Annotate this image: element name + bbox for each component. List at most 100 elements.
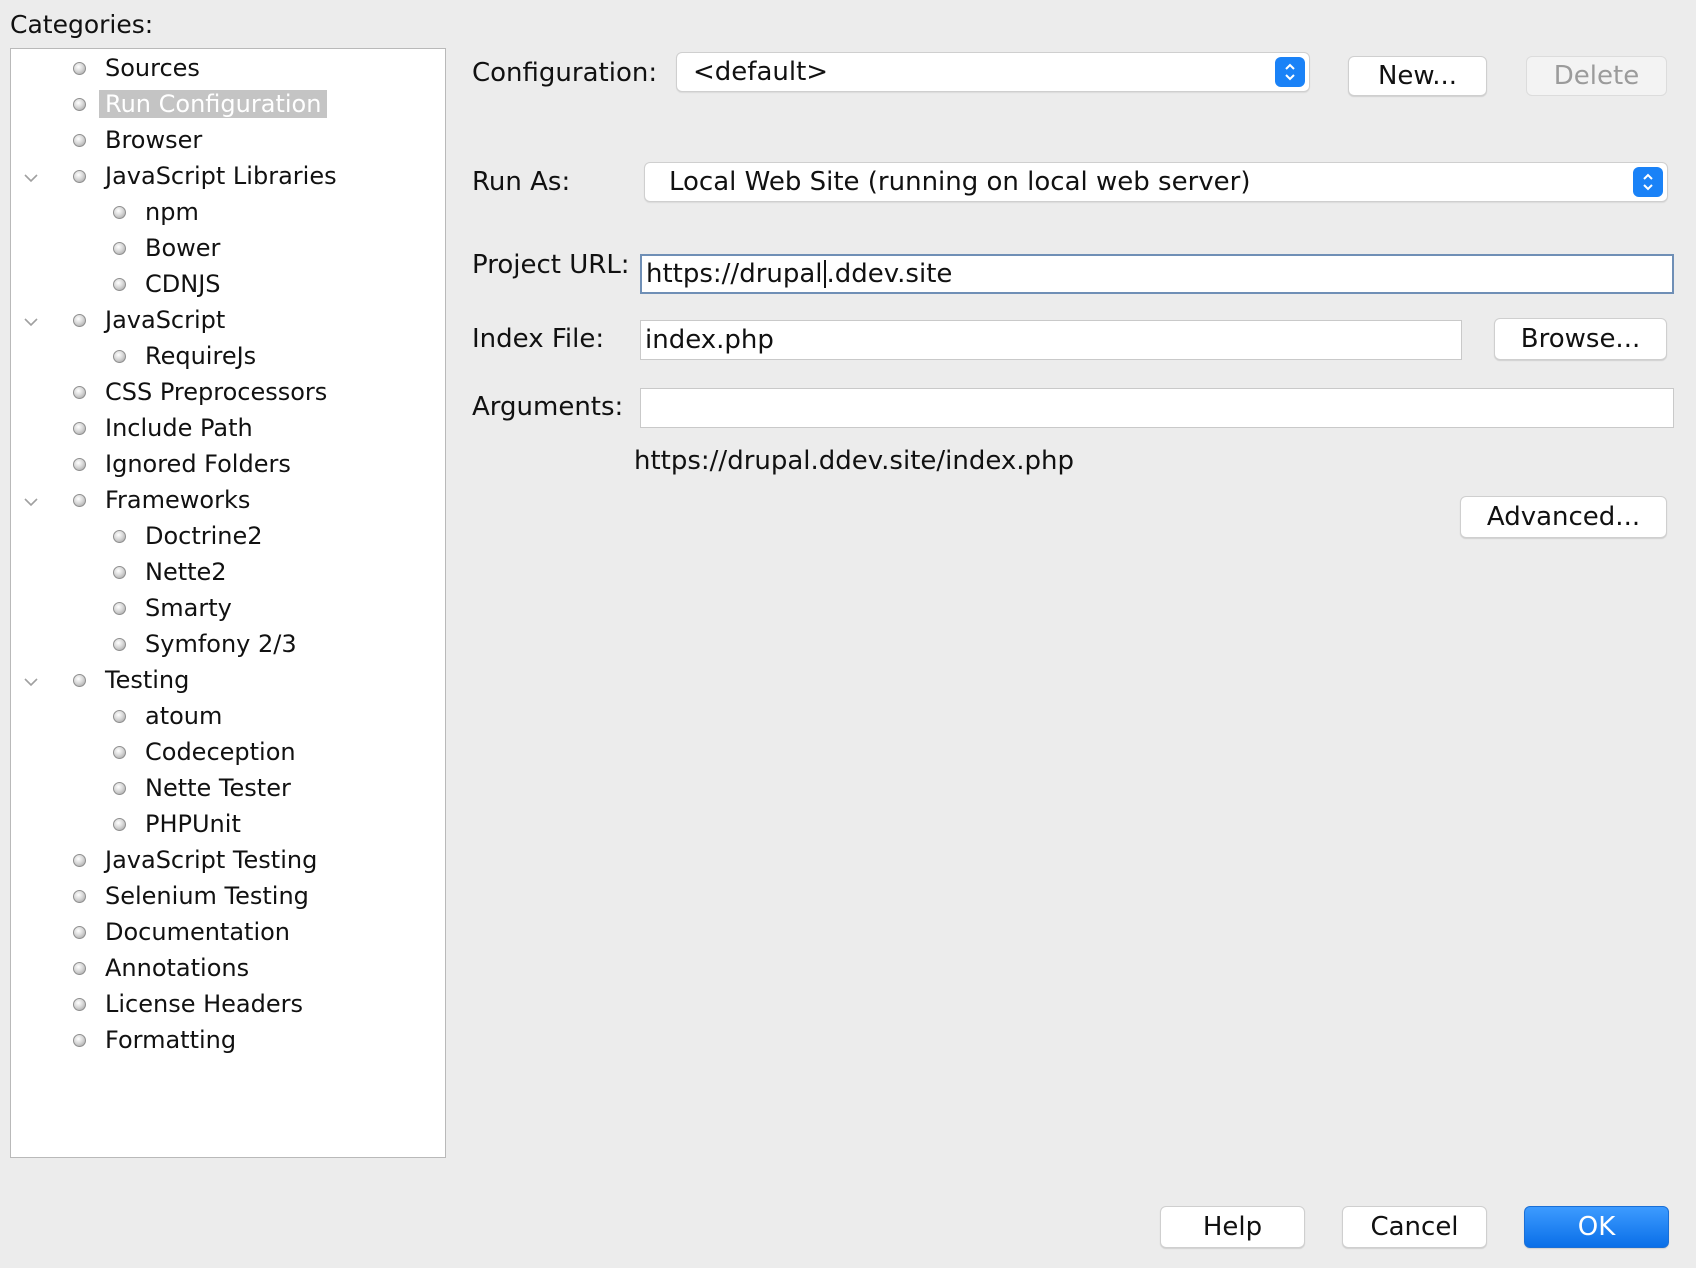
tree-item-label: JavaScript Libraries bbox=[105, 162, 337, 190]
project-url-field[interactable]: https://drupal .ddev.site bbox=[640, 254, 1674, 294]
tree-item-bower[interactable]: Bower bbox=[11, 233, 445, 267]
tree-item-javascript[interactable]: JavaScript bbox=[11, 305, 445, 339]
tree-item-label: PHPUnit bbox=[145, 810, 241, 838]
chevron-down-icon[interactable] bbox=[23, 674, 39, 690]
tree-item-label: atoum bbox=[145, 702, 223, 730]
tree-item-browser[interactable]: Browser bbox=[11, 125, 445, 159]
chevron-up-down-icon bbox=[1275, 57, 1305, 87]
tree-item-label: CSS Preprocessors bbox=[105, 378, 328, 406]
tree-item-label: License Headers bbox=[105, 990, 303, 1018]
node-bullet-icon bbox=[73, 494, 86, 507]
tree-item-ignored-folders[interactable]: Ignored Folders bbox=[11, 449, 445, 483]
arguments-field[interactable] bbox=[640, 388, 1674, 428]
categories-tree[interactable]: Sources Run Configuration Browser JavaScrip… bbox=[10, 48, 446, 1158]
tree-item-javascript-libraries[interactable]: JavaScript Libraries bbox=[11, 161, 445, 195]
categories-label: Categories: bbox=[10, 10, 154, 39]
tree-item-doctrine2[interactable]: Doctrine2 bbox=[11, 521, 445, 555]
configuration-label: Configuration: bbox=[472, 58, 658, 88]
node-bullet-icon bbox=[113, 710, 126, 723]
node-bullet-icon bbox=[73, 674, 86, 687]
tree-item-include-path[interactable]: Include Path bbox=[11, 413, 445, 447]
tree-item-label: Annotations bbox=[105, 954, 250, 982]
tree-item-css-preprocessors[interactable]: CSS Preprocessors bbox=[11, 377, 445, 411]
index-file-field[interactable]: index.php bbox=[640, 320, 1462, 360]
node-bullet-icon bbox=[113, 242, 126, 255]
tree-item-label: Smarty bbox=[145, 594, 232, 622]
delete-configuration-button[interactable]: Delete bbox=[1526, 56, 1667, 96]
text-caret bbox=[823, 260, 826, 288]
browse-button[interactable]: Browse... bbox=[1494, 318, 1667, 360]
node-bullet-icon bbox=[73, 62, 86, 75]
node-bullet-icon bbox=[73, 170, 86, 183]
node-bullet-icon bbox=[113, 566, 126, 579]
index-file-label: Index File: bbox=[472, 324, 605, 354]
tree-item-label: JavaScript Testing bbox=[105, 846, 318, 874]
tree-item-formatting[interactable]: Formatting bbox=[11, 1025, 445, 1059]
chevron-down-icon[interactable] bbox=[23, 494, 39, 510]
tree-item-atoum[interactable]: atoum bbox=[11, 701, 445, 735]
tree-item-license-headers[interactable]: License Headers bbox=[11, 989, 445, 1023]
node-bullet-icon bbox=[113, 602, 126, 615]
help-button[interactable]: Help bbox=[1160, 1206, 1305, 1248]
node-bullet-icon bbox=[73, 458, 86, 471]
tree-item-phpunit[interactable]: PHPUnit bbox=[11, 809, 445, 843]
tree-item-label: Selenium Testing bbox=[105, 882, 309, 910]
project-url-text-before-caret: https://drupal bbox=[646, 259, 823, 289]
node-bullet-icon bbox=[73, 890, 86, 903]
node-bullet-icon bbox=[73, 98, 86, 111]
node-bullet-icon bbox=[113, 278, 126, 291]
tree-item-codeception[interactable]: Codeception bbox=[11, 737, 445, 771]
url-preview: https://drupal.ddev.site/index.php bbox=[634, 446, 1075, 476]
new-configuration-button[interactable]: New... bbox=[1348, 56, 1487, 96]
tree-item-documentation[interactable]: Documentation bbox=[11, 917, 445, 951]
configuration-select[interactable]: <default> bbox=[676, 52, 1310, 92]
node-bullet-icon bbox=[113, 746, 126, 759]
tree-item-label: Ignored Folders bbox=[105, 450, 291, 478]
node-bullet-icon bbox=[73, 962, 86, 975]
tree-item-run-configuration[interactable]: Run Configuration bbox=[11, 89, 445, 123]
tree-item-npm[interactable]: npm bbox=[11, 197, 445, 231]
tree-item-symfony-2-3[interactable]: Symfony 2/3 bbox=[11, 629, 445, 663]
tree-item-sources[interactable]: Sources bbox=[11, 53, 445, 87]
tree-item-label: Symfony 2/3 bbox=[145, 630, 297, 658]
tree-item-cdnjs[interactable]: CDNJS bbox=[11, 269, 445, 303]
tree-item-testing[interactable]: Testing bbox=[11, 665, 445, 699]
tree-item-nette-tester[interactable]: Nette Tester bbox=[11, 773, 445, 807]
ok-button[interactable]: OK bbox=[1524, 1206, 1669, 1248]
tree-item-label: Browser bbox=[105, 126, 203, 154]
node-bullet-icon bbox=[73, 854, 86, 867]
tree-item-label: Testing bbox=[105, 666, 190, 694]
tree-item-label: Codeception bbox=[145, 738, 296, 766]
configuration-select-value: <default> bbox=[693, 57, 829, 87]
tree-item-label: Documentation bbox=[105, 918, 291, 946]
tree-item-nette2[interactable]: Nette2 bbox=[11, 557, 445, 591]
tree-item-frameworks[interactable]: Frameworks bbox=[11, 485, 445, 519]
tree-item-selenium-testing[interactable]: Selenium Testing bbox=[11, 881, 445, 915]
cancel-button[interactable]: Cancel bbox=[1342, 1206, 1487, 1248]
tree-item-label: Doctrine2 bbox=[145, 522, 263, 550]
tree-item-label: Include Path bbox=[105, 414, 253, 442]
node-bullet-icon bbox=[113, 350, 126, 363]
tree-item-requirejs[interactable]: RequireJs bbox=[11, 341, 445, 375]
tree-item-label: Run Configuration bbox=[99, 90, 328, 118]
tree-item-smarty[interactable]: Smarty bbox=[11, 593, 445, 627]
run-as-select[interactable]: Local Web Site (running on local web ser… bbox=[644, 162, 1668, 202]
project-url-text-after-caret: .ddev.site bbox=[826, 259, 953, 289]
node-bullet-icon bbox=[73, 134, 86, 147]
tree-item-annotations[interactable]: Annotations bbox=[11, 953, 445, 987]
node-bullet-icon bbox=[73, 926, 86, 939]
tree-item-javascript-testing[interactable]: JavaScript Testing bbox=[11, 845, 445, 879]
tree-item-label: Nette2 bbox=[145, 558, 227, 586]
tree-item-label: JavaScript bbox=[105, 306, 226, 334]
tree-item-label: CDNJS bbox=[145, 270, 221, 298]
node-bullet-icon bbox=[113, 530, 126, 543]
advanced-button[interactable]: Advanced... bbox=[1460, 496, 1667, 538]
run-as-label: Run As: bbox=[472, 167, 571, 197]
node-bullet-icon bbox=[113, 638, 126, 651]
node-bullet-icon bbox=[73, 422, 86, 435]
node-bullet-icon bbox=[73, 386, 86, 399]
chevron-down-icon[interactable] bbox=[23, 170, 39, 186]
chevron-down-icon[interactable] bbox=[23, 314, 39, 330]
node-bullet-icon bbox=[113, 206, 126, 219]
tree-item-label: Nette Tester bbox=[145, 774, 291, 802]
